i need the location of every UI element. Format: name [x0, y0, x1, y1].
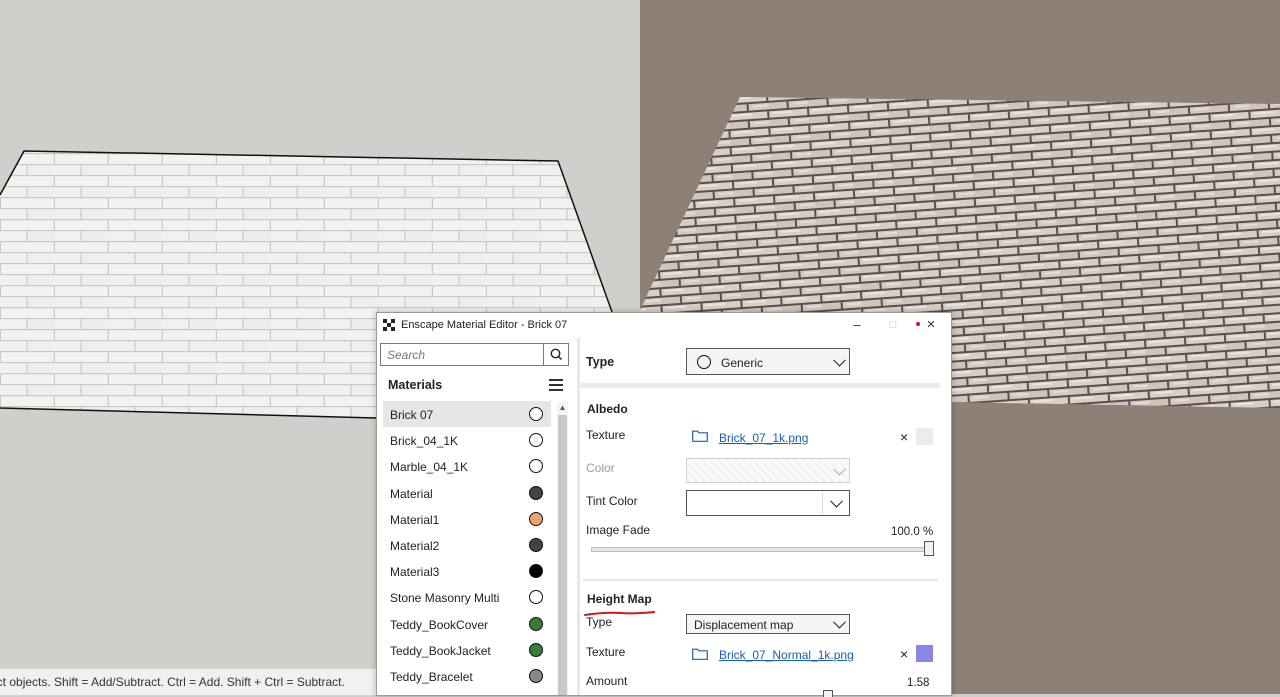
height-map-type-dropdown[interactable]: Displacement map: [686, 614, 850, 634]
material-name: Brick_04_1K: [390, 434, 459, 449]
tint-color-picker[interactable]: [686, 490, 850, 516]
materials-panel: Search Materials Brick 07 Brick_04_1K Marb…: [377, 338, 573, 695]
albedo-title: Albedo: [587, 402, 628, 416]
status-text: ect objects. Shift = Add/Subtract. Ctrl …: [0, 675, 345, 689]
height-map-texture-preview: [916, 645, 933, 662]
type-row: Type Generic: [580, 338, 940, 388]
folder-icon[interactable]: [692, 648, 708, 660]
image-fade-label: Image Fade: [586, 523, 651, 537]
material-list-item[interactable]: Material2: [383, 532, 551, 558]
materials-scrollbar[interactable]: ▲: [557, 402, 568, 695]
material-list-item[interactable]: Marble_04_1K: [383, 453, 551, 479]
sphere-icon: [697, 355, 711, 369]
notification-dot-icon: [916, 322, 920, 326]
material-swatch-icon: [529, 590, 543, 605]
material-swatch-icon: [529, 668, 543, 683]
window-title: Enscape Material Editor - Brick 07: [401, 319, 568, 331]
chevron-down-icon: [833, 353, 846, 367]
material-swatch-icon: [529, 485, 543, 500]
color-label: Color: [586, 461, 615, 475]
image-fade-value: 100.0 %: [891, 526, 934, 538]
material-swatch-icon: [529, 433, 543, 448]
material-name: Teddy_BookCover: [390, 617, 489, 632]
menu-icon[interactable]: [549, 379, 563, 391]
chevron-down-icon: [833, 615, 846, 629]
material-list-item[interactable]: Material: [383, 480, 551, 506]
material-list-item[interactable]: Material3: [383, 558, 551, 584]
properties-panel: Type Generic Albedo Texture Brick_07_1k.…: [580, 338, 945, 697]
image-fade-slider-thumb[interactable]: [924, 541, 934, 556]
material-swatch-icon: [529, 616, 543, 631]
material-name: Material1: [390, 512, 440, 527]
close-button[interactable]: ×: [921, 316, 941, 334]
material-list-item[interactable]: Brick 07: [383, 401, 551, 428]
material-swatch-icon: [529, 564, 543, 579]
enscape-logo-icon: [383, 319, 396, 332]
material-name: Material: [390, 486, 433, 501]
material-name: Brick 07: [390, 408, 434, 422]
material-name: Teddy_Bracelet: [390, 669, 473, 684]
type-label: Type: [586, 355, 615, 369]
material-swatch-icon: [529, 642, 543, 657]
height-map-texture-link[interactable]: Brick_07_Normal_1k.png: [719, 648, 854, 662]
material-name: Teddy_BookJacket: [390, 643, 491, 658]
scrollbar-thumb[interactable]: [558, 415, 567, 695]
height-map-type-label: Type: [586, 615, 613, 629]
materials-list: Brick 07 Brick_04_1K Marble_04_1K Material M…: [383, 401, 551, 689]
search-icon: [550, 348, 563, 361]
material-list-item[interactable]: Stone Masonry Multi: [383, 584, 551, 610]
height-map-title: Height Map: [587, 592, 652, 606]
material-list-item[interactable]: Teddy_BookCover: [383, 611, 551, 637]
albedo-texture-label: Texture: [586, 428, 626, 442]
remove-height-texture-button[interactable]: ×: [900, 646, 908, 662]
chevron-down-icon: [830, 494, 843, 508]
amount-label: Amount: [586, 674, 628, 688]
search-button[interactable]: [544, 343, 569, 366]
folder-icon[interactable]: [692, 430, 708, 442]
amount-value: 1.58: [907, 677, 930, 689]
material-type-dropdown[interactable]: Generic: [686, 348, 850, 375]
material-name: Stone Masonry Multi: [390, 591, 500, 606]
minimize-button[interactable]: –: [847, 316, 867, 334]
tint-color-label: Tint Color: [586, 494, 638, 508]
material-swatch-icon: [529, 511, 543, 526]
material-swatch-icon: [529, 459, 543, 474]
material-name: Material2: [390, 538, 440, 553]
material-list-item[interactable]: Brick_04_1K: [383, 427, 551, 453]
height-map-texture-label: Texture: [586, 645, 626, 659]
material-name: Marble_04_1K: [390, 460, 469, 475]
tint-dropdown-button[interactable]: [822, 491, 849, 515]
color-picker: [686, 458, 850, 483]
scroll-up-icon[interactable]: ▲: [557, 402, 568, 414]
section-divider: [583, 579, 938, 581]
remove-albedo-texture-button[interactable]: ×: [900, 429, 908, 445]
material-type-value: Generic: [721, 356, 764, 370]
title-bar[interactable]: Enscape Material Editor - Brick 07 – □ ×: [377, 313, 951, 338]
materials-header: Materials: [388, 378, 443, 392]
material-list-item[interactable]: Teddy_BookJacket: [383, 637, 551, 663]
material-list-item[interactable]: Material1: [383, 506, 551, 532]
maximize-button[interactable]: □: [883, 316, 903, 334]
status-bar: ect objects. Shift = Add/Subtract. Ctrl …: [0, 668, 376, 695]
search-input[interactable]: Search: [380, 343, 544, 366]
material-list-item[interactable]: Teddy_Bracelet: [383, 663, 551, 689]
material-editor-window: Enscape Material Editor - Brick 07 – □ ×…: [376, 312, 952, 697]
material-swatch-icon: [529, 407, 543, 421]
albedo-texture-link[interactable]: Brick_07_1k.png: [719, 431, 808, 445]
albedo-texture-preview: [916, 428, 933, 445]
height-map-type-value: Displacement map: [694, 618, 794, 632]
material-name: Material3: [390, 565, 440, 580]
chevron-down-icon: [833, 462, 846, 476]
image-fade-slider-track[interactable]: [591, 547, 929, 552]
material-swatch-icon: [529, 537, 543, 552]
